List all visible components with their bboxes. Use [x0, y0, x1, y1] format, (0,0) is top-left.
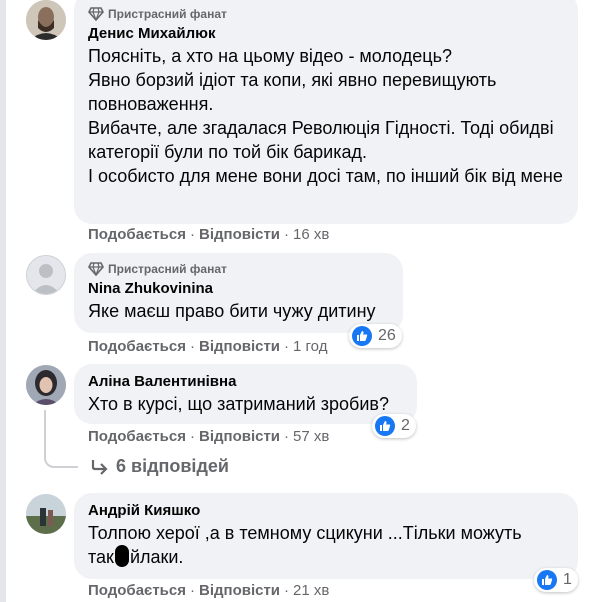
reply-arrow-icon: [91, 459, 108, 475]
fan-badge: Пристрасний фанат: [88, 261, 389, 277]
timestamp[interactable]: 16 хв: [293, 226, 329, 243]
badge-label: Пристрасний фанат: [108, 262, 227, 276]
comment-line: І особисто для мене вони досі там, по ін…: [88, 166, 563, 186]
comment-bubble: Аліна Валентинівна Хто в курсі, що затри…: [74, 364, 417, 424]
comment-line: так йлаки.: [88, 545, 564, 569]
comment-actions: Подобається · Відповісти · 57 хв: [88, 428, 330, 445]
badge-label: Пристрасний фанат: [108, 7, 227, 21]
reply-link[interactable]: Відповісти: [199, 226, 280, 243]
reaction-number: 2: [401, 417, 410, 434]
timestamp[interactable]: 57 хв: [293, 428, 329, 445]
comment-bubble: Андрій Кияшко Толпою херої ,а в темному …: [74, 493, 578, 579]
like-link[interactable]: Подобається: [88, 338, 186, 355]
like-link[interactable]: Подобається: [88, 226, 186, 243]
replies-label: 6 відповідей: [116, 456, 229, 476]
like-icon: [375, 416, 395, 436]
comment-text: Яке маєш право бити чужу дитину: [88, 301, 376, 321]
reaction-count[interactable]: 26: [349, 324, 402, 348]
comment-line: Толпою херої ,а в темному сцикуни ...Тіл…: [88, 523, 522, 543]
timestamp[interactable]: 1 год: [293, 338, 327, 355]
comment-text: Хто в курсі, що затриманий зробив?: [88, 394, 389, 414]
reply-link[interactable]: Відповісти: [199, 582, 280, 599]
redaction-blot: [114, 545, 129, 567]
left-border: [0, 0, 6, 602]
reply-link[interactable]: Відповісти: [199, 338, 280, 355]
like-link[interactable]: Подобається: [88, 582, 186, 599]
reaction-number: 1: [563, 571, 572, 588]
avatar[interactable]: [26, 494, 66, 534]
avatar[interactable]: [26, 365, 66, 405]
avatar[interactable]: [26, 255, 66, 295]
comment-author[interactable]: Андрій Кияшко: [88, 501, 564, 521]
like-icon: [537, 570, 557, 590]
reaction-count[interactable]: 2: [372, 414, 416, 438]
reply-link[interactable]: Відповісти: [199, 428, 280, 445]
comment-text: Толпою херої ,а в темному сцикуни ...Тіл…: [88, 521, 564, 569]
diamond-icon: [88, 262, 104, 276]
comment-text: Поясніть, а хто на цьому відео - молодец…: [88, 44, 564, 188]
comment-fragment: так: [88, 547, 114, 567]
reaction-count[interactable]: 1: [534, 568, 578, 592]
comment-author[interactable]: Аліна Валентинівна: [88, 372, 403, 392]
thread-line: [44, 410, 78, 468]
reaction-number: 26: [378, 327, 396, 344]
comment-bubble: Пристрасний фанат Денис Михайлюк Поясніт…: [74, 0, 578, 224]
comment-line: Поясніть, а хто на цьому відео - молодец…: [88, 46, 452, 66]
like-link[interactable]: Подобається: [88, 428, 186, 445]
fan-badge: Пристрасний фанат: [88, 6, 564, 22]
comment-fragment: йлаки.: [129, 547, 184, 567]
comment-actions: Подобається · Відповісти · 16 хв: [88, 226, 330, 243]
comment-author[interactable]: Денис Михайлюк: [88, 24, 564, 44]
comment-bubble: Пристрасний фанат Nina Zhukovinina Яке м…: [74, 253, 403, 333]
comment-actions: Подобається · Відповісти · 1 год: [88, 338, 328, 355]
view-replies-button[interactable]: 6 відповідей: [90, 456, 229, 477]
comment-author[interactable]: Nina Zhukovinina: [88, 279, 389, 299]
comment-line: Явно борзий ідіот та копи, які явно пере…: [88, 70, 497, 114]
comment-line: Вибачте, але згадалася Революція Гідност…: [88, 118, 554, 162]
like-icon: [352, 326, 372, 346]
diamond-icon: [88, 7, 104, 21]
comment-actions: Подобається · Відповісти · 21 хв: [88, 582, 330, 599]
avatar[interactable]: [26, 0, 66, 40]
timestamp[interactable]: 21 хв: [293, 582, 329, 599]
